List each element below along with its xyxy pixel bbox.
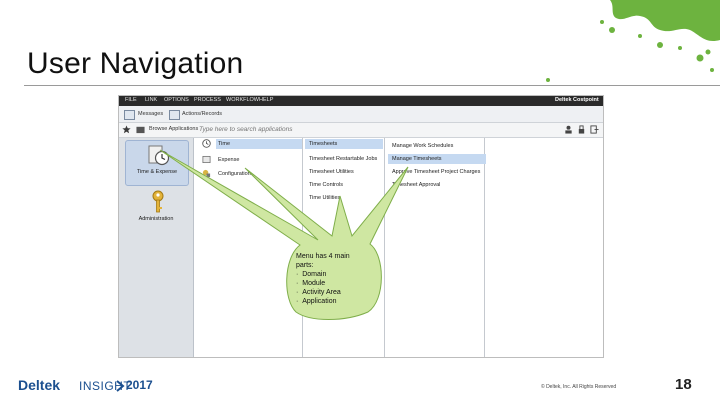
- callout-item-application: · Application: [296, 298, 337, 305]
- page-number: 18: [675, 376, 692, 393]
- callout-item-module: · Module: [296, 280, 326, 287]
- callout-item-activity-area: · Activity Area: [296, 289, 341, 296]
- copyright-text: © Deltek, Inc. All Rights Reserved: [541, 384, 617, 390]
- callout-text: Menu has 4 main parts: · Domain · Module…: [296, 252, 362, 306]
- callout-shape: [159, 149, 409, 320]
- callout-heading: Menu has 4 main parts:: [296, 253, 350, 269]
- insight-year: 2017: [126, 378, 153, 392]
- chevron-right-icon: [116, 380, 125, 392]
- deltek-logo: Deltek: [18, 377, 61, 393]
- callout-item-domain: · Domain: [296, 271, 327, 278]
